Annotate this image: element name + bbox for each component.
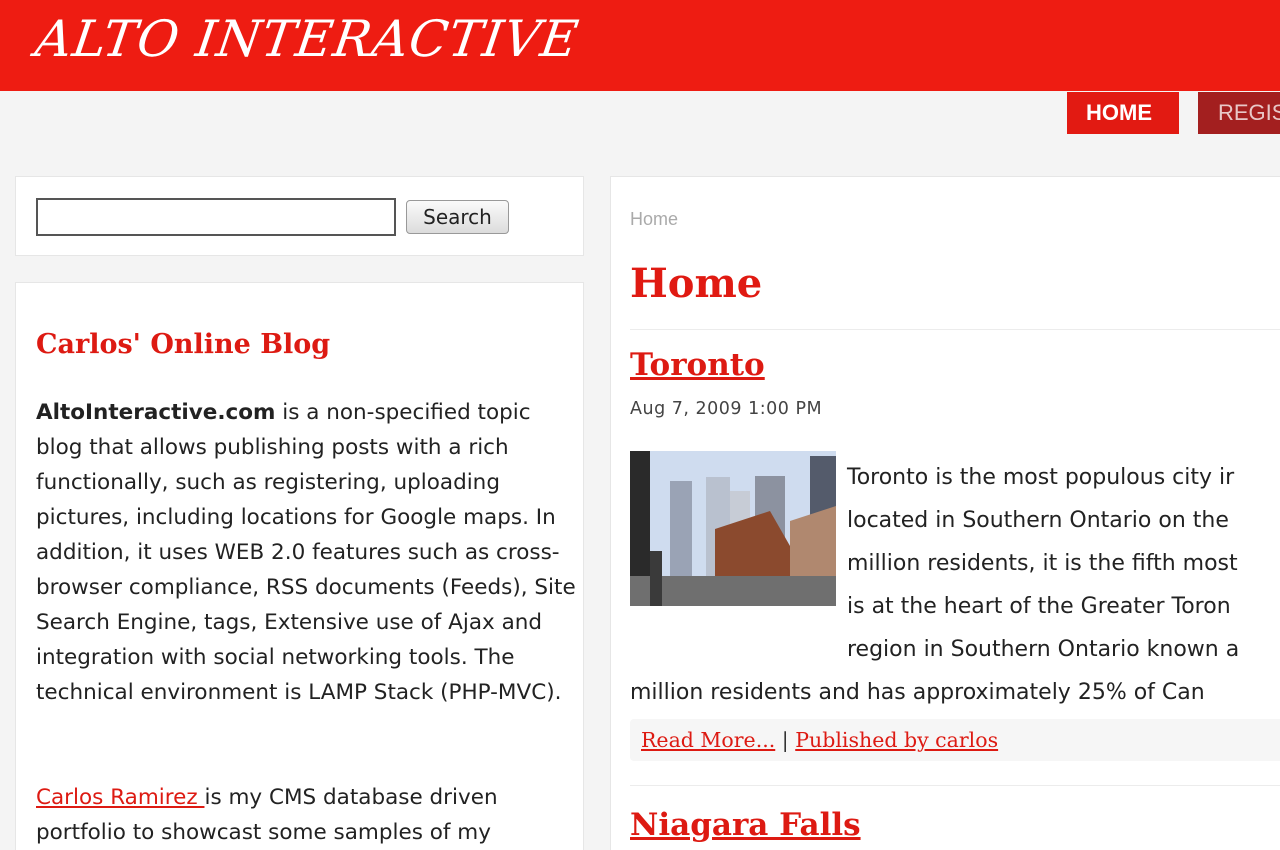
post-date: Aug 7, 2009 1:00 PM (630, 399, 823, 419)
excerpt-line: region in Southern Ontario known a (847, 637, 1240, 662)
read-more-link[interactable]: Read More... (641, 728, 775, 752)
footer-separator: | (781, 728, 789, 752)
search-button[interactable]: Search (406, 200, 509, 234)
site-header: ALTO INTERACTIVE (0, 0, 1280, 91)
portfolio-paragraph: Carlos Ramirez is my CMS database driven… (36, 780, 576, 850)
site-name: AltoInteractive.com (36, 400, 276, 425)
excerpt-line: located in Southern Ontario on the (847, 508, 1229, 533)
excerpt-line: million residents, it is the fifth most (847, 551, 1238, 576)
about-panel: Carlos' Online Blog AltoInteractive.com … (15, 282, 584, 850)
about-title: Carlos' Online Blog (36, 329, 331, 360)
divider (630, 785, 1280, 786)
post-title-niagara-falls[interactable]: Niagara Falls (630, 807, 861, 843)
published-by-link[interactable]: Published by carlos (795, 728, 998, 752)
description-text: is a non-specified topic blog that allow… (36, 400, 576, 705)
page-title: Home (630, 260, 763, 307)
excerpt-line: Toronto is the most populous city ir (847, 465, 1235, 490)
search-input[interactable] (36, 198, 396, 236)
divider (630, 329, 1280, 330)
nav-tab-home[interactable]: HOME (1067, 92, 1179, 134)
main-content: Home Home Toronto Aug 7, 2009 1:00 PM To… (610, 176, 1280, 850)
post-title-toronto[interactable]: Toronto (630, 347, 765, 383)
breadcrumb[interactable]: Home (630, 209, 678, 230)
search-panel: Search (15, 176, 584, 256)
site-logo[interactable]: ALTO INTERACTIVE (32, 10, 583, 68)
portfolio-link[interactable]: Carlos Ramirez (36, 785, 204, 810)
about-description: AltoInteractive.com is a non-specified t… (36, 395, 576, 710)
excerpt-line: is at the heart of the Greater Toron (847, 594, 1231, 619)
excerpt-line: million residents and has approximately … (630, 680, 1205, 705)
post-footer: Read More... | Published by carlos (630, 719, 1280, 761)
nav-tab-register[interactable]: REGIS (1198, 92, 1280, 134)
post-excerpt: Toronto is the most populous city ir loc… (630, 456, 1280, 714)
